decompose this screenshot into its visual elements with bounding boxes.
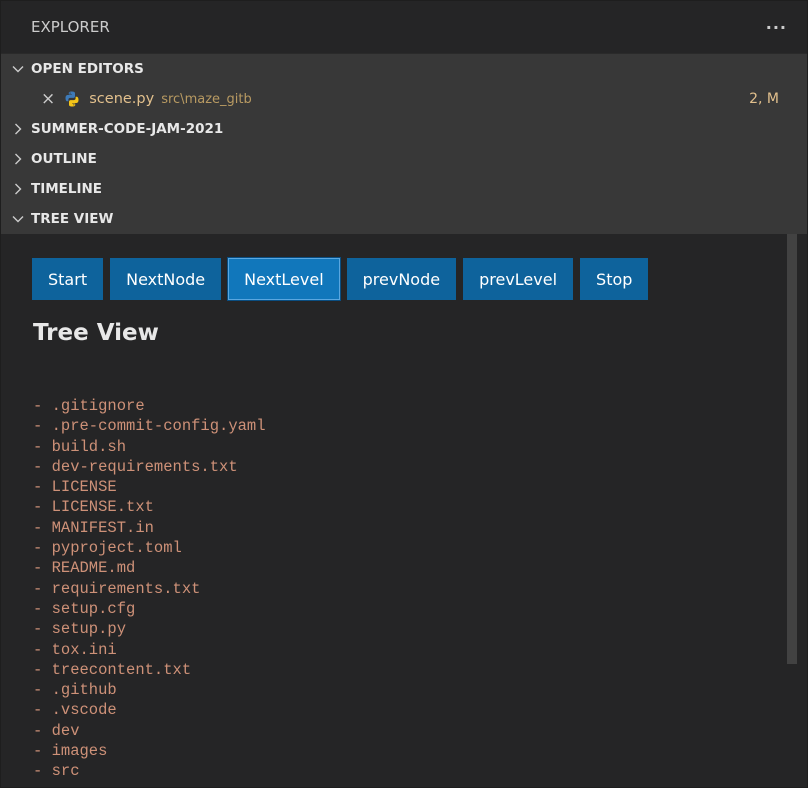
tree-item: - .github — [33, 681, 117, 700]
tree-item: - dev-requirements.txt — [33, 457, 238, 476]
tree-item: - README.md — [33, 559, 136, 578]
explorer-title: EXPLORER — [31, 18, 110, 36]
tree-item: - .gitignore — [33, 397, 145, 415]
open-editor-item[interactable]: × scene.py src\maze_gitb 2, M — [1, 84, 807, 114]
chevron-down-icon — [9, 62, 27, 76]
section-label: OUTLINE — [31, 151, 97, 167]
tree-item: - LICENSE.txt — [33, 498, 154, 517]
open-editor-file-path: src\maze_gitb — [161, 91, 252, 107]
tree-controls: Start NextNode NextLevel prevNode prevLe… — [32, 257, 649, 301]
next-node-button[interactable]: NextNode — [110, 258, 222, 300]
section-outline[interactable]: OUTLINE — [1, 144, 807, 174]
prev-level-button[interactable]: prevLevel — [463, 258, 574, 300]
tree-item: - pyproject.toml — [33, 539, 182, 558]
tree-list: - .gitignore - .pre-commit-config.yaml -… — [33, 396, 266, 782]
section-open-editors[interactable]: OPEN EDITORS — [1, 54, 807, 84]
tree-item: - images — [33, 742, 108, 761]
tree-item: - MANIFEST.in — [33, 518, 154, 537]
open-editor-file-name: scene.py — [89, 91, 155, 107]
section-summer-code-jam[interactable]: SUMMER-CODE-JAM-2021 — [1, 114, 807, 144]
start-button[interactable]: Start — [32, 258, 104, 300]
tree-item: - requirements.txt — [33, 579, 201, 598]
tree-item: - tox.ini — [33, 640, 117, 659]
tree-item: - src — [33, 762, 80, 781]
chevron-right-icon — [9, 182, 27, 196]
tree-item: - LICENSE — [33, 478, 117, 497]
section-label: SUMMER-CODE-JAM-2021 — [31, 121, 224, 137]
tree-item: - .pre-commit-config.yaml — [33, 417, 266, 436]
section-tree-view[interactable]: TREE VIEW — [1, 204, 807, 234]
scrollbar[interactable] — [787, 234, 797, 664]
next-level-button[interactable]: NextLevel — [227, 257, 341, 301]
git-status-badge: 2, M — [749, 91, 779, 107]
tree-view-title: Tree View — [33, 320, 159, 346]
python-icon — [63, 90, 81, 108]
section-timeline[interactable]: TIMELINE — [1, 174, 807, 204]
section-label: OPEN EDITORS — [31, 61, 144, 77]
close-icon[interactable]: × — [41, 89, 55, 109]
chevron-right-icon — [9, 152, 27, 166]
section-label: TREE VIEW — [31, 211, 114, 227]
section-label: TIMELINE — [31, 181, 103, 197]
tree-item: - setup.py — [33, 620, 127, 639]
stop-button[interactable]: Stop — [580, 258, 649, 300]
tree-view-webview: Start NextNode NextLevel prevNode prevLe… — [1, 234, 807, 787]
chevron-right-icon — [9, 122, 27, 136]
prev-node-button[interactable]: prevNode — [346, 258, 457, 300]
tree-item: - build.sh — [33, 437, 127, 456]
tree-item: - treecontent.txt — [33, 660, 192, 679]
explorer-header: EXPLORER ··· — [1, 1, 807, 53]
tree-item: - setup.cfg — [33, 599, 136, 618]
tree-item: - .vscode — [33, 701, 117, 720]
explorer-sections: OPEN EDITORS × scene.py src\maze_gitb 2,… — [1, 53, 807, 234]
tree-item: - dev — [33, 721, 80, 740]
ellipsis-icon[interactable]: ··· — [766, 18, 787, 37]
chevron-down-icon — [9, 212, 27, 226]
explorer-view: EXPLORER ··· OPEN EDITORS × scene.py src… — [0, 0, 808, 788]
